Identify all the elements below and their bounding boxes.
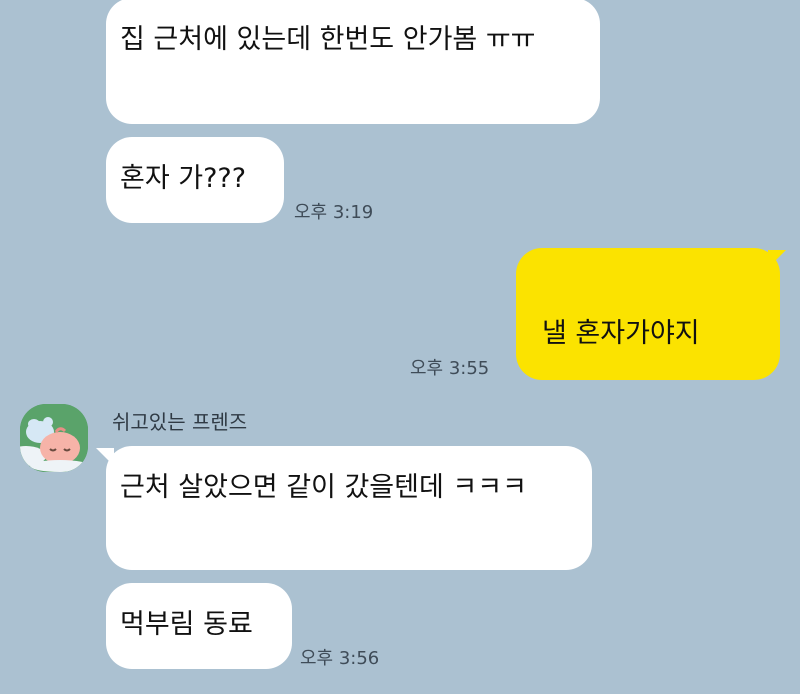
sleeping-peach-character-icon (20, 404, 88, 472)
message-text: 혼자 가??? (120, 163, 247, 194)
message-bubble-outgoing[interactable]: 낼 혼자가야지 (516, 248, 780, 380)
message-text: 근처 살았으면 같이 갔을텐데 ㅋㅋㅋ (120, 472, 527, 503)
avatar[interactable] (20, 404, 88, 472)
message-time: 오후 3:19 (294, 202, 374, 223)
message-bubble-incoming[interactable]: 집 근처에 있는데 한번도 안가봄 ㅠㅠ (106, 0, 600, 124)
message-bubble-incoming[interactable]: 먹부림 동료 (106, 583, 292, 669)
sender-name: 쉬고있는 프렌즈 (112, 410, 248, 434)
message-time: 오후 3:55 (410, 358, 490, 379)
message-text: 먹부림 동료 (120, 609, 253, 640)
message-bubble-incoming[interactable]: 근처 살았으면 같이 갔을텐데 ㅋㅋㅋ (106, 446, 592, 570)
bubble-tail (768, 250, 786, 268)
message-bubble-incoming[interactable]: 혼자 가??? (106, 137, 284, 223)
message-text: 낼 혼자가야지 (542, 318, 700, 349)
bubble-tail (96, 448, 114, 466)
message-time: 오후 3:56 (300, 648, 380, 669)
message-text: 집 근처에 있는데 한번도 안가봄 ㅠㅠ (120, 24, 536, 55)
